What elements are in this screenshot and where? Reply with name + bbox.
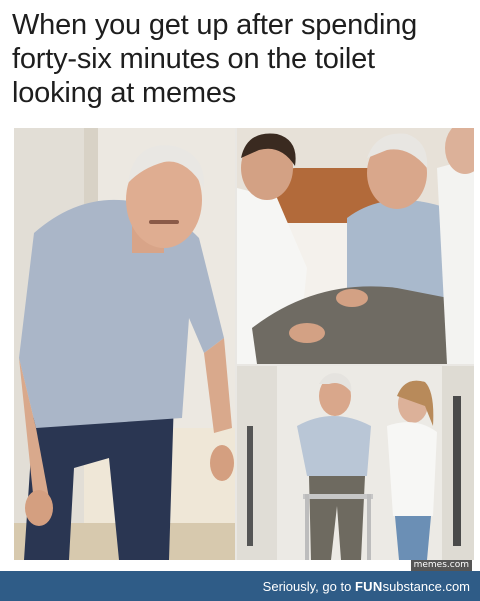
footer-suffix: .com [441,579,470,594]
footer-link[interactable]: Seriously, go to FUNsubstance.com [263,579,470,594]
photo-collage [14,128,474,560]
footer-bar: Seriously, go to FUNsubstance.com [0,571,480,601]
brand-bold: FUN [354,579,383,594]
photo-panel-top-right [237,128,474,364]
memes-watermark: memes.com [410,560,472,571]
footer-prefix: Seriously, go to [262,579,355,594]
meme-caption: When you get up after spending forty-six… [12,9,418,109]
photo-panel-bottom-right [237,366,474,560]
photo-panel-left [14,128,235,560]
brand-rest: substance [382,579,442,594]
